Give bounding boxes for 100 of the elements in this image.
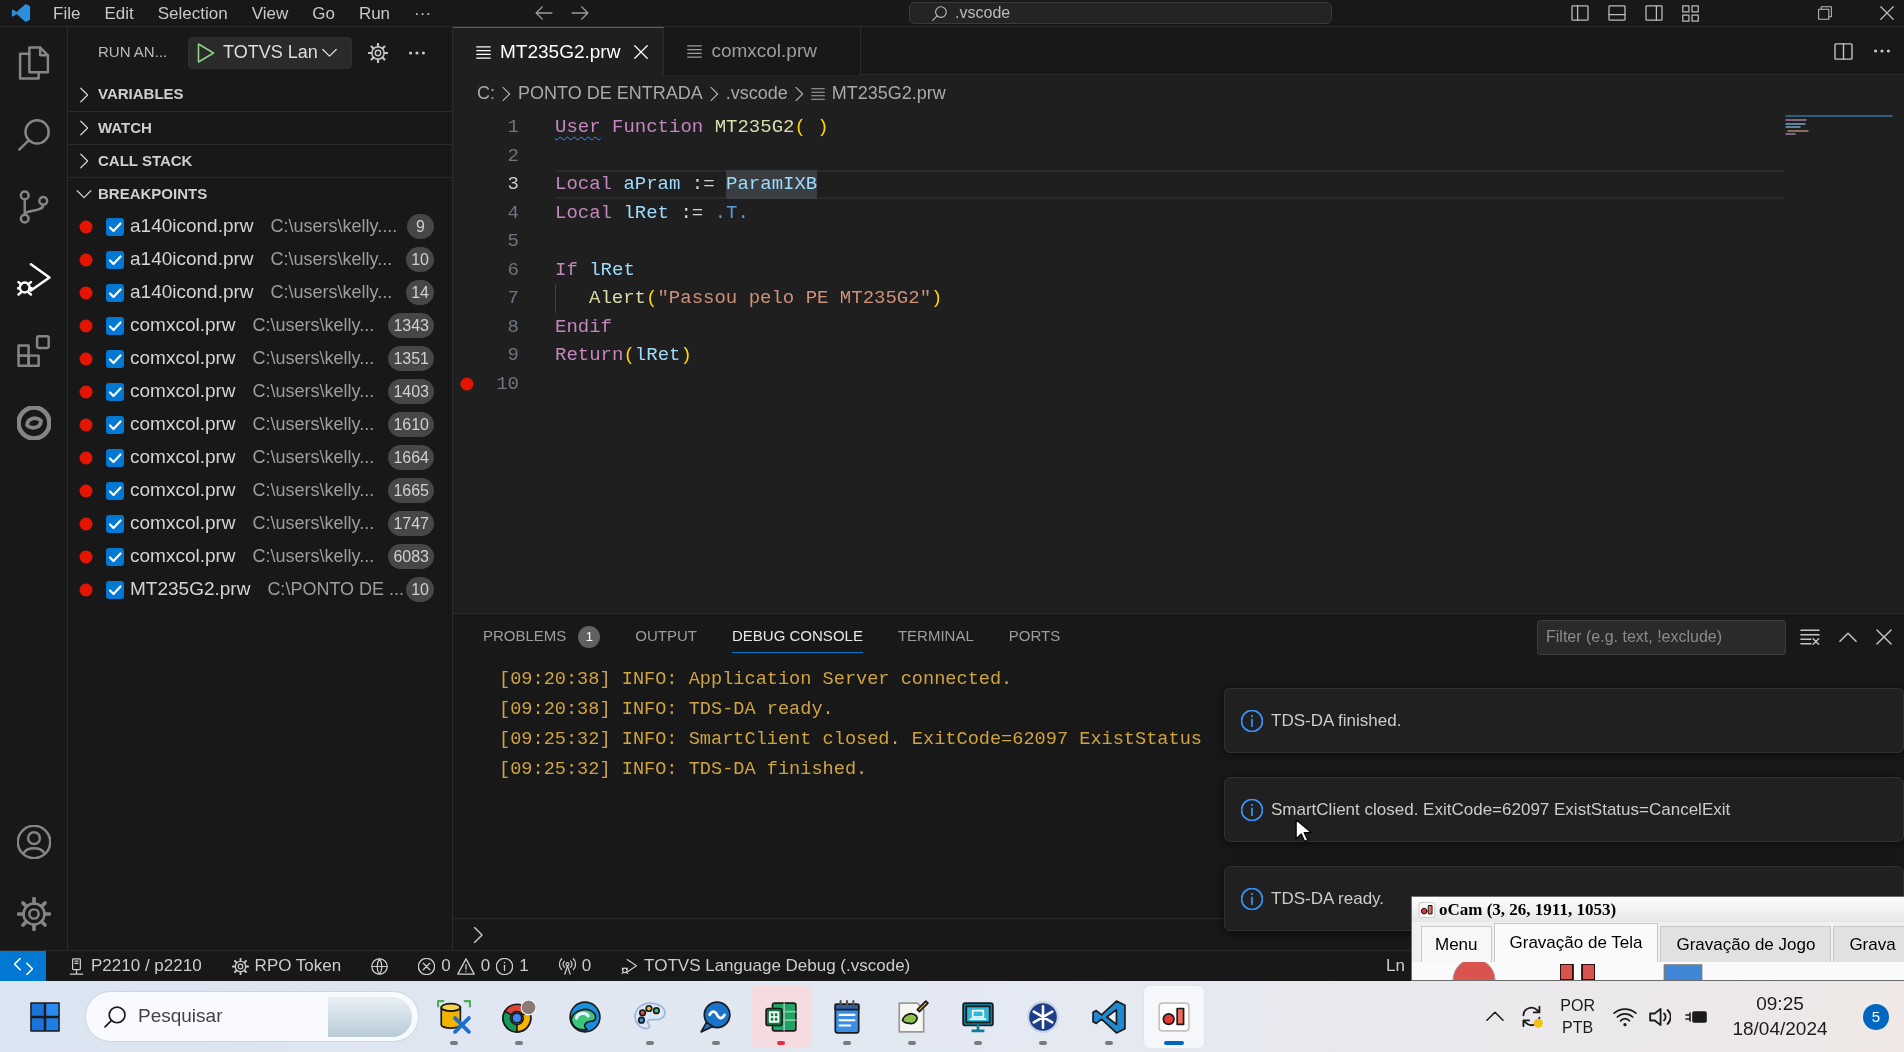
search-icon[interactable] xyxy=(16,118,51,152)
clock-date[interactable]: 18/04/2024 xyxy=(1725,1016,1835,1042)
window-tab[interactable]: Grava xyxy=(1833,926,1904,962)
breakpoint-file-name[interactable]: MT235G2.prw xyxy=(130,575,251,604)
panel-tab[interactable]: TERMINAL xyxy=(897,621,974,653)
filter-field[interactable]: Filter (e.g. text, !exclude) xyxy=(1537,619,1786,655)
checkbox[interactable] xyxy=(106,250,124,269)
globe-icon[interactable] xyxy=(371,957,389,975)
keyboard-layout[interactable]: PTB xyxy=(1560,1016,1595,1039)
play-bug-icon[interactable] xyxy=(16,262,51,296)
chevron-up-icon[interactable] xyxy=(1486,1011,1505,1022)
menu-item[interactable]: Go xyxy=(300,4,347,22)
status-bar-item[interactable]: P2210 / p2210 xyxy=(60,951,210,981)
ribbon-logo-icon[interactable] xyxy=(1091,999,1126,1034)
sync-icon[interactable] xyxy=(1520,1004,1545,1029)
menu-item[interactable]: View xyxy=(239,4,301,22)
editor-tab[interactable]: comxcol.prw xyxy=(664,27,861,75)
status-bar-item[interactable]: TOTVS Language Debug (.vscode) xyxy=(613,951,919,981)
menu-item[interactable]: Run xyxy=(346,4,403,22)
breakpoint-file-name[interactable]: comxcol.prw xyxy=(130,476,236,505)
volume-icon[interactable] xyxy=(1649,1006,1671,1027)
checkbox[interactable] xyxy=(106,481,124,500)
close-icon[interactable] xyxy=(1876,629,1892,645)
battery-plug-icon[interactable] xyxy=(1685,1009,1707,1024)
files-icon[interactable] xyxy=(16,46,51,80)
gear-icon[interactable] xyxy=(368,42,388,63)
more-icon[interactable] xyxy=(1872,49,1892,53)
notification-count[interactable]: 5 xyxy=(1863,1003,1889,1030)
menu-item[interactable]: File xyxy=(41,4,93,22)
problems-status[interactable]: 0 0 1 xyxy=(410,951,537,981)
split-editor-icon[interactable] xyxy=(1834,42,1853,60)
window-tab[interactable]: Gravação de Jogo xyxy=(1660,926,1832,962)
breakpoint-file-name[interactable]: a140icond.prw xyxy=(130,212,254,241)
secondary-sidebar-icon[interactable] xyxy=(1645,5,1663,21)
launch-config-select[interactable]: TOTVS Lan xyxy=(223,39,337,66)
more-icon[interactable] xyxy=(407,50,427,55)
search-bar[interactable]: Pesquisar xyxy=(85,991,419,1042)
breadcrumb-item[interactable]: C: xyxy=(477,80,495,107)
checkbox[interactable] xyxy=(106,514,124,533)
blocks-icon[interactable] xyxy=(16,334,51,368)
pause-icon[interactable] xyxy=(1560,964,1595,980)
checkbox[interactable] xyxy=(106,382,124,401)
restore-icon[interactable] xyxy=(1818,6,1832,20)
database-tools-icon[interactable] xyxy=(436,999,471,1034)
account-icon[interactable] xyxy=(16,825,51,859)
ring-logo-icon[interactable] xyxy=(16,406,51,440)
breakpoint-file-name[interactable]: comxcol.prw xyxy=(130,443,236,472)
close-icon[interactable] xyxy=(1880,6,1894,20)
panel-tab[interactable]: OUTPUT xyxy=(635,621,698,653)
checkbox[interactable] xyxy=(106,547,124,566)
settings-icon[interactable] xyxy=(16,897,51,931)
breakpoint-file-name[interactable]: a140icond.prw xyxy=(130,278,254,307)
breakpoint-file-name[interactable]: comxcol.prw xyxy=(130,344,236,373)
editor-tab[interactable]: MT235G2.prw xyxy=(453,27,665,76)
checkbox[interactable] xyxy=(106,217,124,236)
checkbox[interactable] xyxy=(106,580,124,599)
section-header[interactable]: BREAKPOINTS xyxy=(98,182,208,206)
breakpoint-file-name[interactable]: comxcol.prw xyxy=(130,311,236,340)
remote-button[interactable] xyxy=(0,951,46,981)
color-wheel-icon[interactable] xyxy=(502,999,537,1034)
status-bar-item[interactable]: RPO Token xyxy=(223,951,350,981)
menu-item[interactable]: Edit xyxy=(92,4,146,22)
breakpoint-file-name[interactable]: comxcol.prw xyxy=(130,542,236,571)
search-field[interactable]: Pesquisar xyxy=(138,1002,308,1031)
breakpoint-file-name[interactable]: comxcol.prw xyxy=(130,410,236,439)
windows-logo-icon[interactable] xyxy=(30,1001,60,1032)
play-icon[interactable] xyxy=(197,42,215,63)
clear-console-icon[interactable] xyxy=(1800,628,1820,646)
breadcrumb-item[interactable]: PONTO DE ENTRADA xyxy=(518,80,703,107)
command-center[interactable]: .vscode xyxy=(909,2,1333,24)
breadcrumb-item[interactable]: MT235G2.prw xyxy=(831,80,946,107)
snowflake-icon[interactable] xyxy=(1026,999,1061,1034)
panel-tab[interactable]: PORTS xyxy=(1008,621,1061,653)
checkbox[interactable] xyxy=(106,349,124,368)
breakpoint-file-name[interactable]: comxcol.prw xyxy=(130,377,236,406)
breakpoint-dot-icon[interactable] xyxy=(460,376,474,391)
taskbar-app-button[interactable] xyxy=(751,985,812,1048)
clock-time[interactable]: 09:25 xyxy=(1725,991,1835,1017)
menu-item[interactable]: ··· xyxy=(402,4,444,22)
back-arrow-icon[interactable] xyxy=(535,6,554,20)
status-bar-item[interactable]: 0 xyxy=(550,951,600,981)
monitor-icon[interactable] xyxy=(960,999,995,1034)
checkbox[interactable] xyxy=(106,316,124,335)
page-pen-icon[interactable] xyxy=(895,999,930,1034)
sidebar-layout-icon[interactable] xyxy=(1571,5,1589,21)
section-header[interactable]: WATCH xyxy=(98,116,152,140)
breadcrumb-item[interactable]: .vscode xyxy=(725,80,788,107)
breakpoint-file-name[interactable]: a140icond.prw xyxy=(130,245,254,274)
forward-arrow-icon[interactable] xyxy=(571,6,590,20)
checkbox[interactable] xyxy=(106,415,124,434)
cursor-position[interactable]: Ln xyxy=(1386,953,1405,979)
window-tab[interactable]: Gravação de Tela xyxy=(1493,923,1659,962)
checkbox[interactable] xyxy=(106,448,124,467)
panel-tab[interactable]: PROBLEMS 1 xyxy=(483,621,601,653)
section-header[interactable]: CALL STACK xyxy=(98,149,193,173)
layout-grid-icon[interactable] xyxy=(1682,4,1699,22)
taskbar-app-button[interactable] xyxy=(1144,985,1205,1048)
chat-bubble-icon[interactable] xyxy=(698,999,733,1034)
section-header[interactable]: VARIABLES xyxy=(98,83,184,106)
menu-button[interactable]: Menu xyxy=(1421,926,1492,962)
